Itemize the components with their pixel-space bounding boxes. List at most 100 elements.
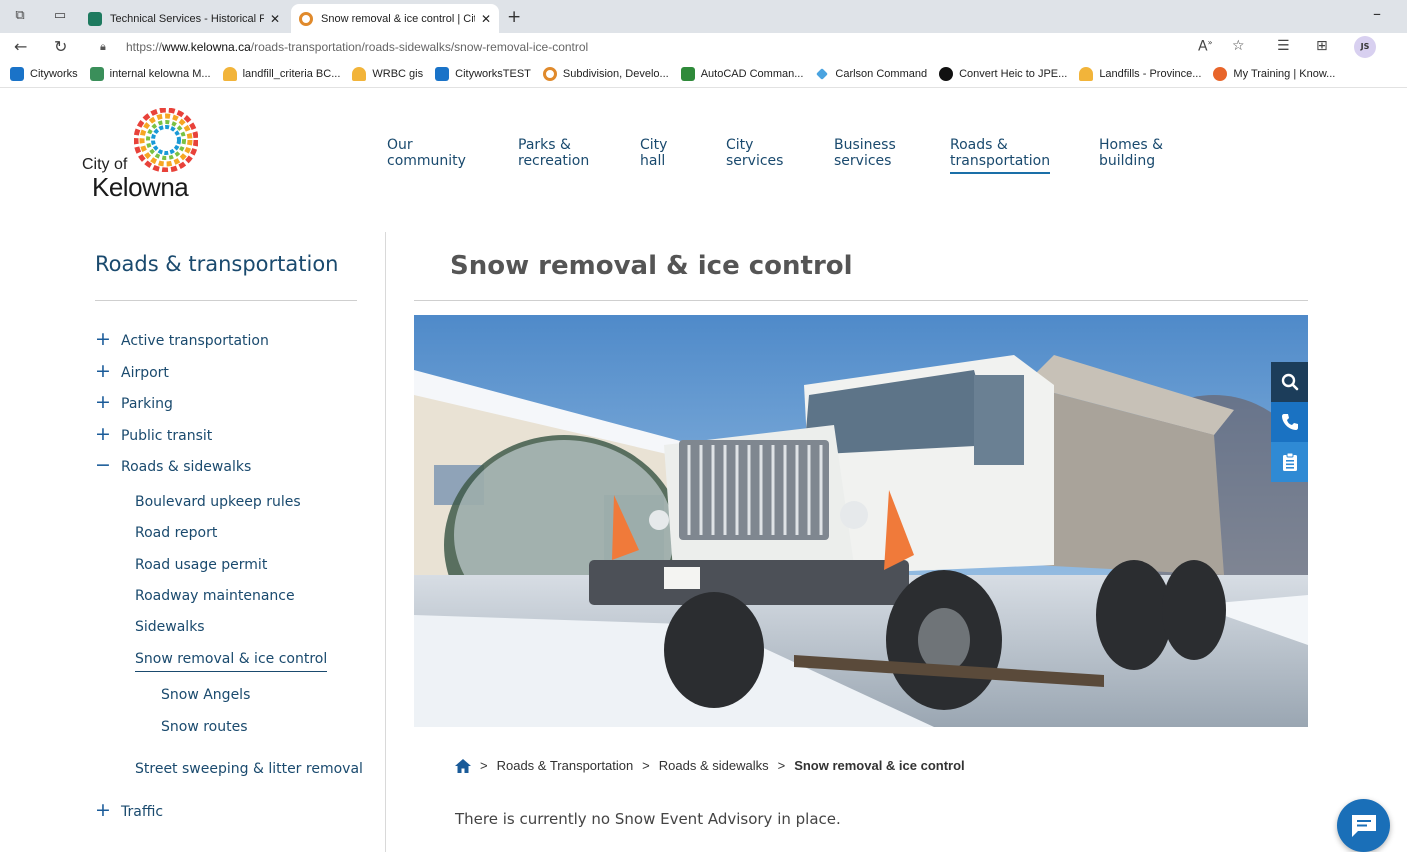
sidebar-item-street-sweeping[interactable]: Street sweeping & litter removal bbox=[135, 761, 363, 777]
breadcrumb-separator: > bbox=[777, 758, 786, 773]
tab-technical-services[interactable]: Technical Services - Historical File ✕ bbox=[80, 4, 288, 33]
contact-phone-button[interactable] bbox=[1271, 402, 1308, 442]
favorite-item[interactable]: Carlson Command bbox=[815, 67, 927, 81]
favorite-item[interactable]: internal kelowna M... bbox=[89, 67, 211, 81]
logo-kelowna: Kelowna bbox=[92, 172, 189, 202]
sidebar-item-parking[interactable]: + Parking bbox=[95, 391, 173, 413]
snowplow-truck-illustration bbox=[414, 315, 1308, 727]
favorite-item[interactable]: AutoCAD Comman... bbox=[680, 67, 803, 81]
sidebar-item-road-report[interactable]: Road report bbox=[135, 525, 217, 541]
favorite-item[interactable]: landfill_criteria BC... bbox=[222, 67, 340, 81]
tab-actions-icon[interactable]: ▭ bbox=[52, 8, 68, 24]
breadcrumb-roads-sidewalks[interactable]: Roads & sidewalks bbox=[659, 758, 769, 773]
sidebar-item-snow-routes[interactable]: Snow routes bbox=[161, 719, 248, 735]
sidebar-item-label: Active transportation bbox=[121, 333, 269, 349]
search-icon bbox=[1281, 373, 1298, 391]
nav-label: community bbox=[387, 153, 466, 169]
sidebar-item-label: Public transit bbox=[121, 428, 213, 444]
nav-label: services bbox=[726, 153, 784, 169]
sidebar-item-roadway-maintenance[interactable]: Roadway maintenance bbox=[135, 588, 295, 604]
sidebar-title: Roads & transportation bbox=[95, 252, 339, 276]
nav-label: Our bbox=[387, 137, 413, 153]
read-aloud-icon[interactable]: A» bbox=[1198, 38, 1212, 55]
nav-city-services[interactable]: City services bbox=[726, 137, 783, 169]
breadcrumb: > Roads & Transportation > Roads & sidew… bbox=[455, 758, 965, 773]
home-icon[interactable] bbox=[455, 758, 471, 773]
carlson-icon bbox=[816, 68, 829, 80]
nav-homes-building[interactable]: Homes & building bbox=[1099, 137, 1163, 169]
back-arrow-icon[interactable]: ← bbox=[14, 37, 27, 56]
nav-parks-recreation[interactable]: Parks & recreation bbox=[518, 137, 589, 169]
browser-tab-bar: ⧉ ▭ Technical Services - Historical File… bbox=[0, 0, 1407, 33]
chat-button[interactable] bbox=[1337, 799, 1390, 852]
nav-label: transportation bbox=[950, 153, 1051, 169]
close-tab-icon[interactable]: ✕ bbox=[270, 12, 280, 26]
favorite-item[interactable]: Convert Heic to JPE... bbox=[939, 67, 1067, 81]
nav-city-hall[interactable]: City hall bbox=[640, 137, 667, 169]
sidebar-item-snow-angels[interactable]: Snow Angels bbox=[161, 687, 250, 703]
workspaces-icon[interactable]: ⧉ bbox=[12, 8, 28, 24]
sidebar-item-public-transit[interactable]: + Public transit bbox=[95, 425, 213, 445]
nav-label: building bbox=[1099, 153, 1156, 169]
bc-gov-icon bbox=[1079, 67, 1094, 81]
sidebar-item-snow-removal[interactable]: Snow removal & ice control bbox=[135, 651, 328, 672]
nav-business-services[interactable]: Business services bbox=[834, 137, 896, 169]
sidebar-item-roads-sidewalks[interactable]: − Roads & sidewalks bbox=[95, 456, 252, 476]
sidebar-item-sidewalks[interactable]: Sidewalks bbox=[135, 619, 205, 635]
expand-plus-icon: + bbox=[95, 391, 111, 413]
expand-plus-icon: + bbox=[95, 328, 111, 350]
sidebar-item-road-usage-permit[interactable]: Road usage permit bbox=[135, 557, 267, 573]
nav-label: services bbox=[834, 153, 892, 169]
url-field[interactable]: 🔒︎ https:// www.kelowna.ca /roads-transp… bbox=[92, 35, 1242, 59]
training-icon bbox=[1213, 67, 1228, 81]
favorite-star-icon[interactable]: ☆ bbox=[1232, 38, 1245, 54]
favorite-label: Carlson Command bbox=[835, 68, 928, 80]
refresh-icon[interactable]: ↻ bbox=[54, 37, 67, 56]
lock-icon: 🔒︎ bbox=[100, 40, 106, 53]
sidebar-item-airport[interactable]: + Airport bbox=[95, 362, 169, 382]
nav-label: Homes & bbox=[1099, 137, 1164, 153]
close-tab-icon[interactable]: ✕ bbox=[481, 12, 491, 26]
nav-roads-transportation[interactable]: Roads & transportation bbox=[950, 137, 1051, 174]
profile-avatar[interactable]: JS bbox=[1354, 36, 1376, 58]
new-tab-icon[interactable]: + bbox=[507, 7, 521, 27]
favorites-list-icon[interactable]: ☰ bbox=[1277, 38, 1290, 54]
bc-gov-icon bbox=[222, 67, 237, 81]
cityworks-icon bbox=[10, 67, 24, 81]
favorite-label: Convert Heic to JPE... bbox=[959, 68, 1068, 80]
nav-label: City bbox=[726, 137, 754, 153]
column-divider bbox=[385, 232, 386, 852]
nav-label: Roads & bbox=[950, 137, 1008, 153]
favorite-item[interactable]: WRBC gis bbox=[352, 67, 423, 81]
city-logo[interactable]: City of Kelowna bbox=[82, 108, 212, 204]
sidebar-item-active-transportation[interactable]: + Active transportation bbox=[95, 328, 269, 350]
cityworks-icon bbox=[435, 67, 450, 81]
sidebar-item-label: Roads & sidewalks bbox=[121, 459, 252, 475]
service-request-button[interactable] bbox=[1271, 442, 1308, 482]
url-path: /roads-transportation/roads-sidewalks/sn… bbox=[250, 40, 589, 54]
breadcrumb-current: Snow removal & ice control bbox=[794, 758, 965, 773]
search-button[interactable] bbox=[1271, 362, 1308, 402]
favorite-item[interactable]: Cityworks bbox=[10, 67, 78, 81]
page-title: Snow removal & ice control bbox=[450, 251, 853, 281]
nav-label: recreation bbox=[518, 153, 590, 169]
favorite-item[interactable]: My Training | Know... bbox=[1213, 67, 1335, 81]
favorite-item[interactable]: Landfills - Province... bbox=[1079, 67, 1201, 81]
favorite-item[interactable]: CityworksTEST bbox=[435, 67, 531, 81]
collections-icon[interactable]: ⊞ bbox=[1316, 38, 1328, 54]
nav-our-community[interactable]: Our community bbox=[387, 137, 466, 169]
favorite-label: CityworksTEST bbox=[455, 68, 531, 80]
nav-label: hall bbox=[640, 153, 666, 169]
minimize-window-icon[interactable]: – bbox=[1373, 4, 1381, 23]
favorite-label: My Training | Know... bbox=[1233, 68, 1336, 80]
favorite-item[interactable]: Subdivision, Develo... bbox=[542, 67, 669, 81]
snow-advisory-text: There is currently no Snow Event Advisor… bbox=[455, 810, 841, 828]
tab-snow-removal[interactable]: Snow removal & ice control | City ✕ bbox=[291, 4, 499, 33]
sidebar-item-boulevard-upkeep[interactable]: Boulevard upkeep rules bbox=[135, 494, 301, 510]
clipboard-icon bbox=[1282, 452, 1297, 471]
browser-address-bar: ← ↻ 🔒︎ https:// www.kelowna.ca /roads-tr… bbox=[0, 33, 1407, 61]
favorite-label: Cityworks bbox=[30, 68, 78, 80]
breadcrumb-roads-transportation[interactable]: Roads & Transportation bbox=[497, 758, 634, 773]
nav-label: Business bbox=[834, 137, 896, 153]
sidebar-item-traffic[interactable]: + Traffic bbox=[95, 801, 163, 821]
